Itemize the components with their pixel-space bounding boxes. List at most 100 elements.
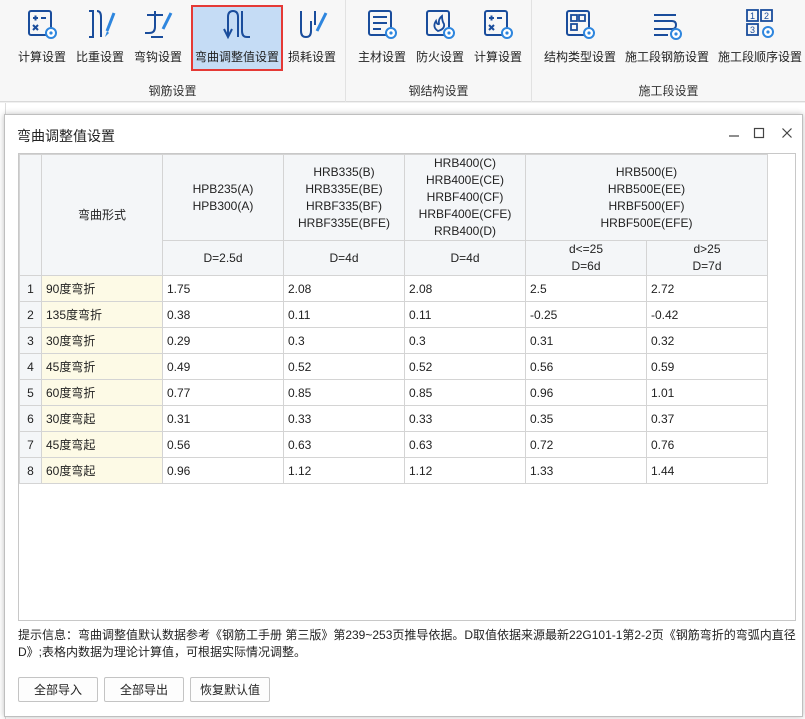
- export-all-button[interactable]: 全部导出: [104, 677, 184, 702]
- adjust-value-cell[interactable]: 0.33: [404, 405, 526, 432]
- adjust-value-cell[interactable]: 0.32: [646, 327, 768, 354]
- adjust-value-cell[interactable]: 2.5: [525, 275, 647, 302]
- ribbon-group-rebar: 计算设置 比重设置 弯钩设置 弯曲调整值设置 损耗设置 钢筋设置: [0, 0, 346, 102]
- adjust-value-cell[interactable]: 0.11: [404, 301, 526, 328]
- header-grade: HRB335(B): [313, 164, 375, 179]
- restore-default-button[interactable]: 恢复默认值: [190, 677, 270, 702]
- table-row: 6 30度弯起 0.31 0.33 0.33 0.35 0.37: [19, 405, 768, 432]
- adjust-value-cell[interactable]: 0.35: [525, 405, 647, 432]
- maximize-button[interactable]: [748, 122, 770, 144]
- bend-adjust-icon: [223, 9, 250, 40]
- ribbon-button-label: 损耗设置: [287, 50, 336, 64]
- subheader-diameter: D=4d: [283, 240, 405, 276]
- adjust-value-cell[interactable]: 1.75: [162, 275, 284, 302]
- dialog-title: 弯曲调整值设置: [17, 128, 115, 144]
- table-row: 3 30度弯折 0.29 0.3 0.3 0.31 0.32: [19, 327, 768, 354]
- adjust-value-cell[interactable]: 0.31: [162, 405, 284, 432]
- row-number: 1: [19, 275, 42, 302]
- ribbon-loss-settings-button[interactable]: 损耗设置: [285, 5, 339, 71]
- adjust-value-cell[interactable]: 0.63: [404, 431, 526, 458]
- minimize-button[interactable]: [723, 122, 745, 144]
- structure-type-icon: [566, 10, 595, 39]
- import-all-button[interactable]: 全部导入: [18, 677, 98, 702]
- bend-adjust-table: 弯曲形式 HPB235(A) HPB300(A) HRB335(B) HRB33…: [19, 154, 768, 484]
- header-group: HRB335(B) HRB335E(BE) HRBF335(BF) HRBF33…: [283, 154, 405, 241]
- adjust-value-cell[interactable]: 0.85: [404, 379, 526, 406]
- header-grade: HPB235(A): [192, 181, 254, 196]
- adjust-value-cell[interactable]: 0.52: [283, 353, 405, 380]
- fireproof-icon: [426, 10, 455, 39]
- header-grade: HRB500(E): [615, 164, 678, 179]
- subheader-line: D=6d: [571, 259, 601, 273]
- adjust-value-cell[interactable]: 0.76: [646, 431, 768, 458]
- header-grade: HRB335E(BE): [305, 181, 383, 196]
- close-button[interactable]: [776, 122, 798, 144]
- table-row: 5 60度弯折 0.77 0.85 0.85 0.96 1.01: [19, 379, 768, 406]
- bend-form-cell: 30度弯折: [41, 327, 163, 354]
- bend-adjust-table-container: 弯曲形式 HPB235(A) HPB300(A) HRB335(B) HRB33…: [18, 153, 796, 621]
- ribbon-hook-settings-button[interactable]: 弯钩设置: [130, 5, 186, 71]
- adjust-value-cell[interactable]: 0.11: [283, 301, 405, 328]
- ribbon-segment-order-button[interactable]: 1 2 3 施工段顺序设置: [716, 5, 804, 71]
- ribbon-button-label: 弯曲调整值设置: [194, 50, 279, 64]
- subheader-diameter: d<=25 D=6d: [525, 240, 647, 276]
- table-row: 4 45度弯折 0.49 0.52 0.52 0.56 0.59: [19, 353, 768, 380]
- adjust-value-cell[interactable]: 2.08: [404, 275, 526, 302]
- ribbon-main-material-button[interactable]: 主材设置: [354, 5, 410, 71]
- adjust-value-cell[interactable]: 1.01: [646, 379, 768, 406]
- adjust-value-cell[interactable]: 0.85: [283, 379, 405, 406]
- ribbon-weight-settings-button[interactable]: 比重设置: [72, 5, 128, 71]
- adjust-value-cell[interactable]: 0.56: [525, 353, 647, 380]
- adjust-value-cell[interactable]: 1.33: [525, 457, 647, 484]
- adjust-value-cell[interactable]: 0.49: [162, 353, 284, 380]
- adjust-value-cell[interactable]: 0.96: [162, 457, 284, 484]
- adjust-value-cell[interactable]: 1.12: [404, 457, 526, 484]
- adjust-value-cell[interactable]: 0.59: [646, 353, 768, 380]
- adjust-value-cell[interactable]: 0.38: [162, 301, 284, 328]
- header-grade: HRBF500(EF): [608, 198, 685, 213]
- ribbon-group-segment: 结构类型设置 施工段钢筋设置 1 2 3 施工段顺序设置 施工段设置: [532, 0, 805, 102]
- adjust-value-cell[interactable]: 0.37: [646, 405, 768, 432]
- adjust-value-cell[interactable]: 0.31: [525, 327, 647, 354]
- adjust-value-cell[interactable]: -0.42: [646, 301, 768, 328]
- ribbon-structure-type-button[interactable]: 结构类型设置: [540, 5, 620, 71]
- ribbon-button-label: 计算设置: [473, 50, 522, 64]
- adjust-value-cell[interactable]: 2.72: [646, 275, 768, 302]
- adjust-value-cell[interactable]: 0.3: [404, 327, 526, 354]
- adjust-value-cell[interactable]: 1.12: [283, 457, 405, 484]
- svg-text:3: 3: [750, 25, 755, 35]
- table-row: 1 90度弯折 1.75 2.08 2.08 2.5 2.72: [19, 275, 768, 302]
- row-number: 3: [19, 327, 42, 354]
- adjust-value-cell[interactable]: 0.77: [162, 379, 284, 406]
- adjust-value-cell[interactable]: 0.29: [162, 327, 284, 354]
- minimize-icon: [729, 135, 739, 137]
- adjust-value-cell[interactable]: 0.63: [283, 431, 405, 458]
- subheader-diameter: D=2.5d: [162, 240, 284, 276]
- header-grade: HPB300(A): [192, 198, 254, 213]
- adjust-value-cell[interactable]: 0.96: [525, 379, 647, 406]
- table-row: 2 135度弯折 0.38 0.11 0.11 -0.25 -0.42: [19, 301, 768, 328]
- row-number: 4: [19, 353, 42, 380]
- adjust-value-cell[interactable]: 0.3: [283, 327, 405, 354]
- adjust-value-cell[interactable]: 0.33: [283, 405, 405, 432]
- ribbon-calc-settings-button[interactable]: 计算设置: [14, 5, 70, 71]
- weight-settings-icon: [89, 10, 116, 38]
- adjust-value-cell[interactable]: 1.44: [646, 457, 768, 484]
- ribbon-bend-adjust-button[interactable]: 弯曲调整值设置: [191, 5, 283, 71]
- adjust-value-cell[interactable]: 0.52: [404, 353, 526, 380]
- subheader-diameter: D=4d: [404, 240, 526, 276]
- adjust-value-cell[interactable]: -0.25: [525, 301, 647, 328]
- ribbon-fireproof-button[interactable]: 防火设置: [412, 5, 468, 71]
- ribbon-segment-rebar-button[interactable]: 施工段钢筋设置: [622, 5, 712, 71]
- bend-adjust-dialog: 弯曲调整值设置 弯曲形式 HPB235(A) HPB300(A) HRB335(…: [4, 114, 803, 717]
- ribbon-group-label: 钢结构设置: [408, 84, 469, 98]
- header-group: HRB500(E) HRB500E(EE) HRBF500(EF) HRBF50…: [525, 154, 768, 241]
- ribbon-steel-calc-button[interactable]: 计算设置: [470, 5, 526, 71]
- adjust-value-cell[interactable]: 2.08: [283, 275, 405, 302]
- table-body: 1 90度弯折 1.75 2.08 2.08 2.5 2.72 2 135度弯折 0.38 0.11…: [19, 275, 768, 484]
- bend-form-cell: 45度弯折: [41, 353, 163, 380]
- header-grade: HRB400E(CE): [425, 173, 505, 187]
- adjust-value-cell[interactable]: 0.72: [525, 431, 647, 458]
- adjust-value-cell[interactable]: 0.56: [162, 431, 284, 458]
- table-row: 8 60度弯起 0.96 1.12 1.12 1.33 1.44: [19, 457, 768, 484]
